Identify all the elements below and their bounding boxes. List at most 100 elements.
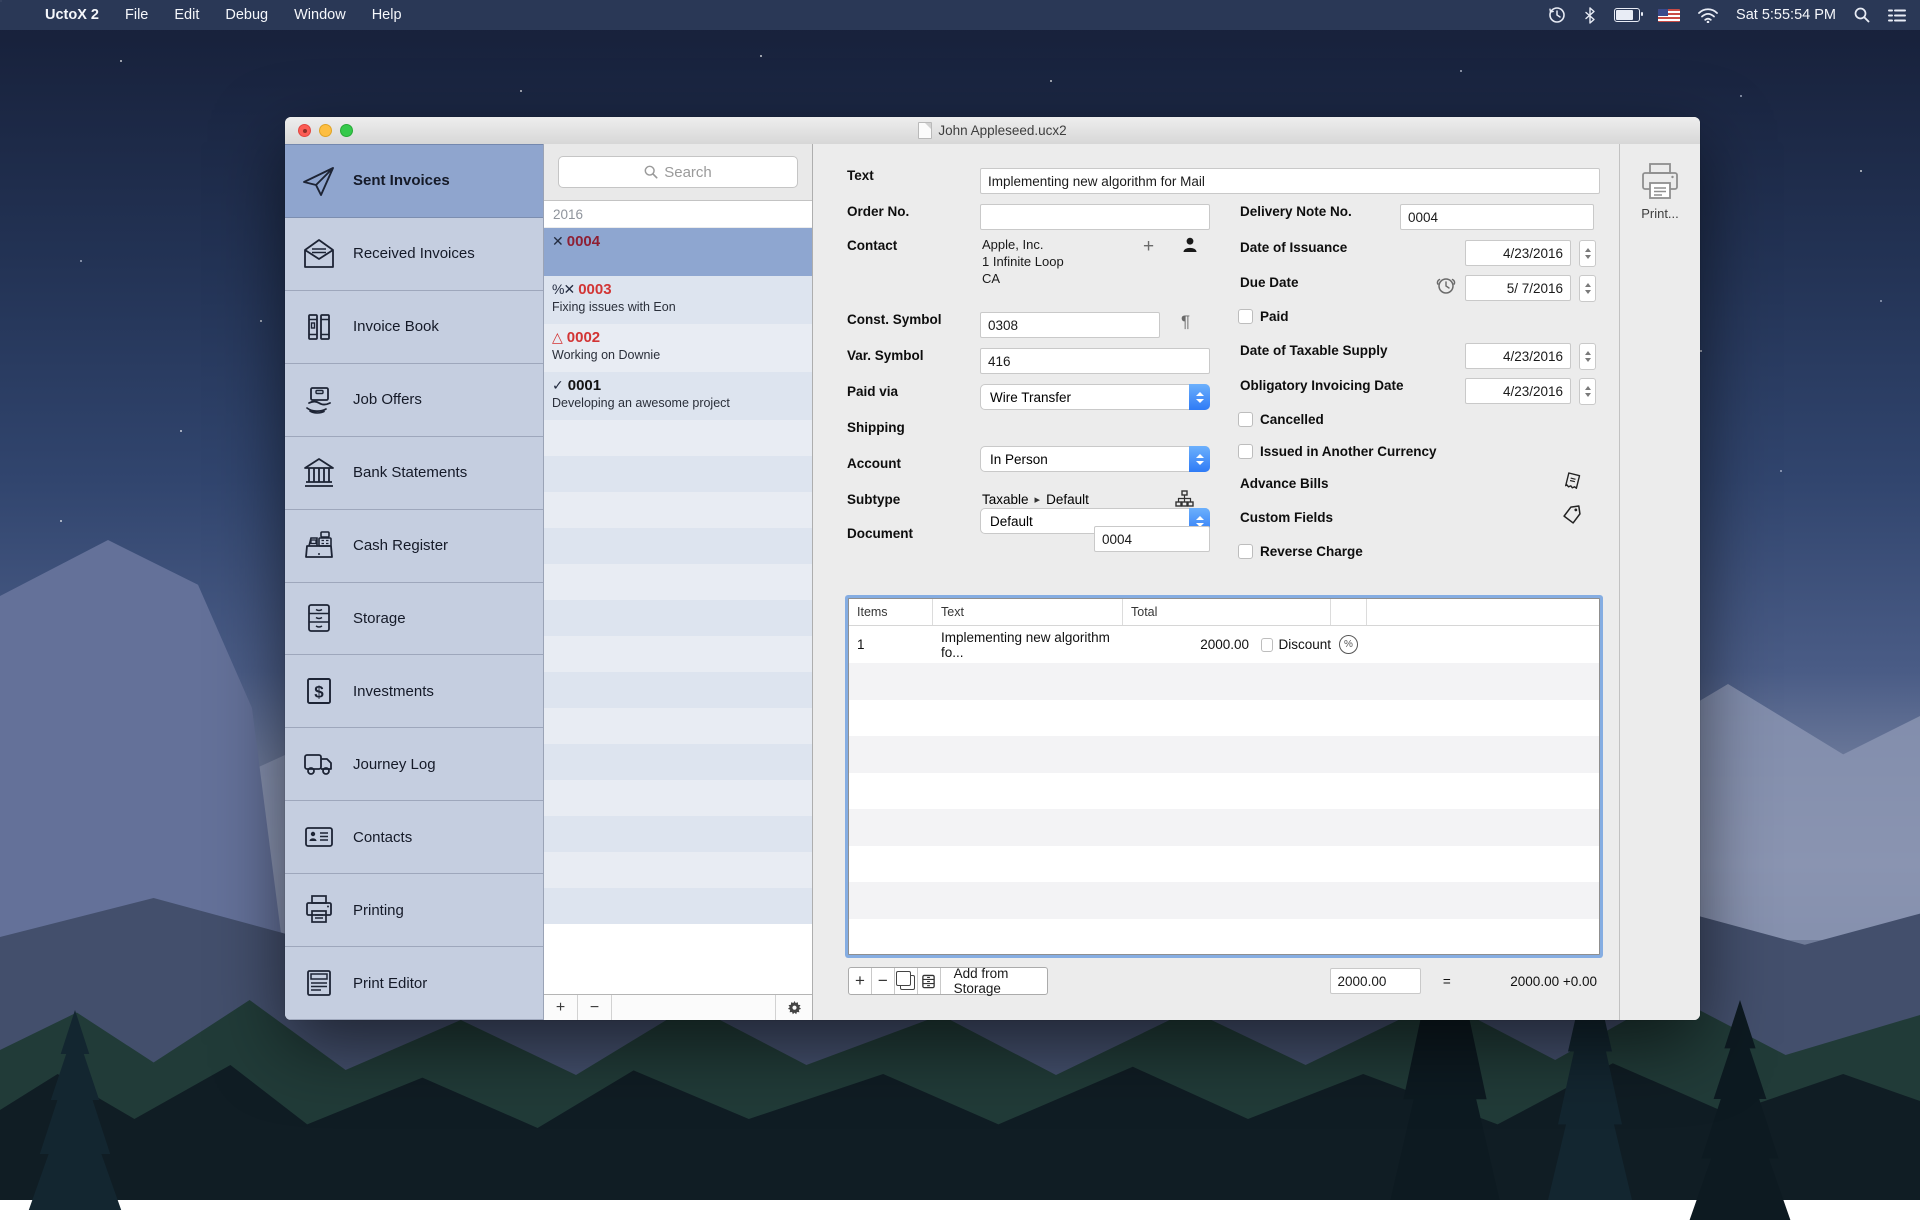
list-item-0003[interactable]: %✕ 0003 Fixing issues with Eon [544, 276, 812, 324]
cancelled-label: Cancelled [1260, 412, 1324, 427]
paid-via-select[interactable]: Wire Transfer [980, 384, 1210, 410]
sidebar-item-investments[interactable]: $ Investments [285, 655, 543, 728]
duplicate-item-button[interactable] [895, 968, 918, 994]
due-date-field[interactable]: 5/ 7/2016 [1465, 275, 1571, 301]
add-invoice-button[interactable]: + [544, 995, 578, 1020]
input-source-flag-icon[interactable] [1658, 9, 1680, 22]
add-from-storage-button[interactable]: Add from Storage [941, 968, 1047, 994]
date-stepper[interactable] [1579, 378, 1596, 405]
discount-checkbox[interactable] [1261, 638, 1273, 652]
menu-clock[interactable]: Sat 5:55:54 PM [1736, 7, 1836, 23]
remove-invoice-button[interactable]: − [578, 995, 612, 1020]
sidebar-item-invoice-book[interactable]: Invoice Book [285, 291, 543, 364]
warning-triangle-icon: △ [552, 329, 563, 346]
obligatory-invoicing-field[interactable]: 4/23/2016 [1465, 378, 1571, 404]
spotlight-icon[interactable] [1854, 7, 1870, 23]
menu-window[interactable]: Window [281, 0, 359, 30]
cancelled-checkbox-row[interactable]: Cancelled [1238, 412, 1324, 427]
sidebar-item-bank-statements[interactable]: Bank Statements [285, 437, 543, 510]
gear-menu-button[interactable] [776, 995, 812, 1020]
menu-edit[interactable]: Edit [161, 0, 212, 30]
notification-center-icon[interactable] [1888, 8, 1906, 23]
sidebar-item-label: Storage [353, 610, 406, 627]
item-row[interactable]: 1 Implementing new algorithm fo... 2000.… [849, 626, 1599, 663]
remove-item-button[interactable]: − [872, 968, 895, 994]
date-stepper[interactable] [1579, 275, 1596, 302]
sidebar-item-printing[interactable]: Printing [285, 874, 543, 947]
due-date-alarm-button[interactable] [1435, 274, 1457, 296]
col-discount[interactable] [1331, 599, 1367, 625]
list-item-0004[interactable]: ✕ 0004 [544, 228, 812, 276]
order-no-field[interactable] [980, 204, 1210, 230]
menu-file[interactable]: File [112, 0, 161, 30]
zoom-button[interactable] [340, 124, 353, 137]
contact-person-button[interactable] [1181, 236, 1199, 254]
paid-checkbox[interactable] [1238, 309, 1253, 324]
list-item-0001[interactable]: ✓ 0001 Developing an awesome project [544, 372, 812, 420]
discount-cross-icon: %✕ [552, 281, 574, 298]
text-field[interactable]: Implementing new algorithm for Mail [980, 168, 1600, 194]
col-total[interactable]: Total [1123, 599, 1331, 625]
close-button[interactable] [298, 124, 311, 137]
time-machine-icon[interactable] [1548, 6, 1566, 24]
battery-icon[interactable] [1614, 8, 1640, 22]
minimize-button[interactable] [319, 124, 332, 137]
menu-app-name[interactable]: UctoX 2 [32, 0, 112, 30]
paid-checkbox-row[interactable]: Paid [1238, 309, 1289, 324]
envelope-icon [301, 236, 337, 272]
sidebar-item-job-offers[interactable]: Job Offers [285, 364, 543, 437]
sidebar-item-contacts[interactable]: Contacts [285, 801, 543, 874]
cancelled-checkbox[interactable] [1238, 412, 1253, 427]
title-bar[interactable]: John Appleseed.ucx2 [285, 117, 1700, 145]
invoice-subtitle: Developing an awesome project [552, 396, 804, 410]
sidebar-item-sent-invoices[interactable]: Sent Invoices [285, 144, 543, 218]
reverse-charge-checkbox[interactable] [1238, 544, 1253, 559]
advance-bills-label: Advance Bills [1240, 476, 1329, 491]
subtype-hierarchy-button[interactable] [1175, 490, 1194, 509]
date-of-issuance-field[interactable]: 4/23/2016 [1465, 240, 1571, 266]
storage-item-button[interactable] [918, 968, 941, 994]
col-text[interactable]: Text [933, 599, 1123, 625]
document-label: Document [847, 526, 913, 541]
invoice-number: 0004 [567, 233, 600, 250]
sidebar-item-print-editor[interactable]: Print Editor [285, 947, 543, 1020]
date-stepper[interactable] [1579, 343, 1596, 370]
sidebar-item-storage[interactable]: Storage [285, 583, 543, 656]
print-button[interactable]: Print... [1639, 162, 1681, 221]
advance-bills-button[interactable] [1561, 472, 1582, 493]
invoice-number: 0001 [568, 377, 601, 394]
document-number-field[interactable]: 0004 [1094, 526, 1210, 552]
amount-input[interactable]: 2000.00 [1330, 968, 1421, 994]
custom-fields-button[interactable] [1561, 504, 1584, 527]
contact-add-button[interactable]: + [1143, 236, 1154, 258]
date-stepper[interactable] [1579, 240, 1596, 267]
sidebar-item-label: Printing [353, 902, 404, 919]
const-symbol-field[interactable]: 0308 [980, 312, 1160, 338]
list-item-0002[interactable]: △ 0002 Working on Downie [544, 324, 812, 372]
wifi-icon[interactable] [1698, 8, 1718, 23]
shipping-select[interactable]: In Person [980, 446, 1210, 472]
sidebar-item-journey-log[interactable]: Journey Log [285, 728, 543, 801]
col-extra[interactable] [1367, 599, 1599, 625]
sidebar-item-received-invoices[interactable]: Received Invoices [285, 218, 543, 291]
items-table[interactable]: Items Text Total 1 Implementing new algo… [848, 598, 1600, 955]
subtype-value[interactable]: Taxable ▸ Default [982, 492, 1089, 507]
search-input[interactable]: Search [558, 156, 798, 188]
currency-checkbox[interactable] [1238, 444, 1253, 459]
currency-checkbox-row[interactable]: Issued in Another Currency [1238, 444, 1437, 459]
delivery-note-field[interactable]: 0004 [1400, 204, 1594, 230]
reverse-charge-checkbox-row[interactable]: Reverse Charge [1238, 544, 1363, 559]
org-chart-icon [1175, 490, 1194, 509]
col-items[interactable]: Items [849, 599, 933, 625]
uctox-window: John Appleseed.ucx2 Sent Invoices Receiv… [285, 117, 1700, 1020]
add-item-button[interactable]: + [849, 968, 872, 994]
menu-debug[interactable]: Debug [212, 0, 281, 30]
percent-icon[interactable]: % [1339, 635, 1358, 654]
taxable-supply-field[interactable]: 4/23/2016 [1465, 343, 1571, 369]
print-editor-icon [301, 965, 337, 1001]
sidebar-item-cash-register[interactable]: Cash Register [285, 510, 543, 583]
menu-help[interactable]: Help [359, 0, 415, 30]
bluetooth-icon[interactable] [1584, 7, 1596, 24]
pilcrow-button[interactable]: ¶ [1181, 312, 1190, 332]
var-symbol-field[interactable]: 416 [980, 348, 1210, 374]
